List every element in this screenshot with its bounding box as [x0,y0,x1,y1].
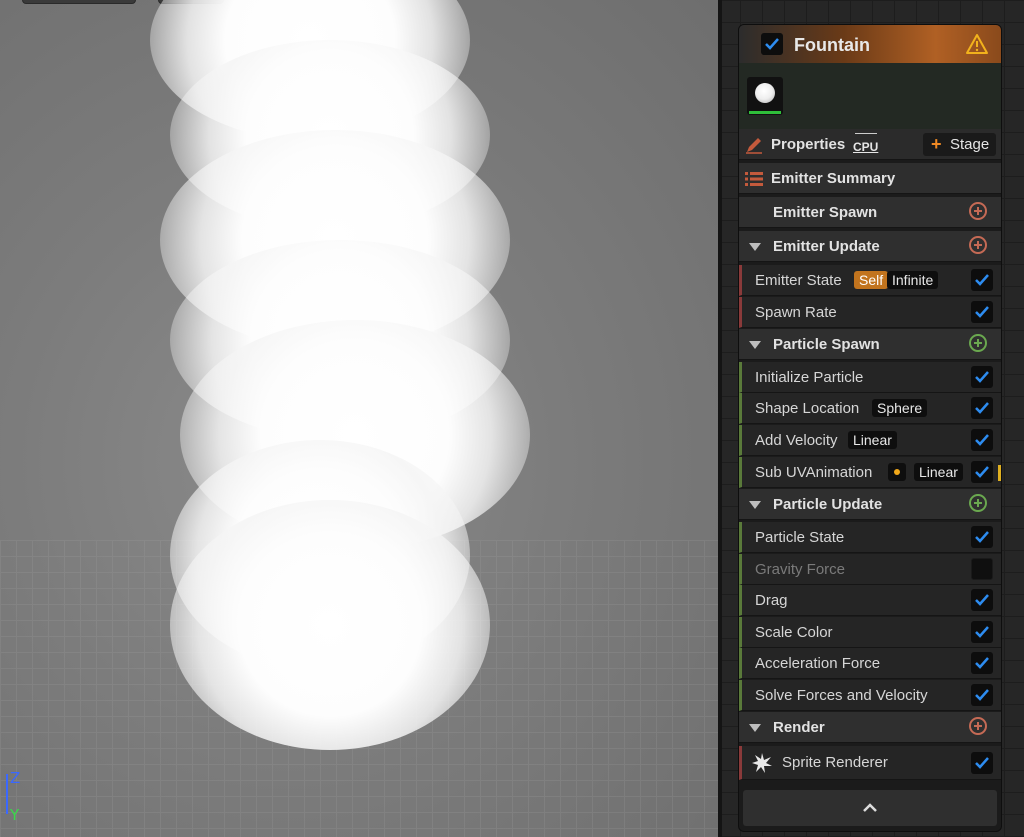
module-tag: Linear [848,431,897,449]
emitter-thumbnail[interactable] [747,77,783,115]
module-label: Sprite Renderer [782,754,888,771]
list-icon [745,172,763,186]
axis-y-label: Y [9,806,20,824]
preview-viewport[interactable]: Z Y [0,0,718,837]
thumbnail-status-bar [749,111,781,114]
module-enable-checkbox[interactable] [971,752,993,774]
cpu-sim-target[interactable]: CPU [853,133,878,154]
module-tag-self: Self [854,271,889,289]
module-enable-checkbox[interactable] [971,397,993,419]
plus-icon: + [931,134,942,154]
module-label: Particle State [755,529,845,546]
pencil-icon [746,138,762,154]
module-initialize-particle[interactable]: Initialize Particle [739,362,1001,393]
module-particle-state[interactable]: Particle State [739,522,1001,553]
section-particle-update[interactable]: Particle Update [739,489,1001,520]
module-enable-checkbox[interactable] [971,684,993,706]
properties-row[interactable]: Properties CPU + Stage [739,129,1001,160]
module-label: Solve Forces and Velocity [755,687,928,704]
section-render[interactable]: Render [739,712,1001,743]
emitter-header[interactable]: Fountain [739,25,1001,63]
axis-gizmo: Z Y [6,769,20,824]
sphere-preview-icon [755,83,775,103]
module-enable-checkbox[interactable] [971,558,993,580]
module-label: Emitter State [755,272,842,289]
viewport-toolbar-button[interactable] [22,0,136,4]
module-enable-checkbox[interactable] [971,589,993,611]
chevron-up-icon [863,803,877,812]
module-tag-infinite: Infinite [887,271,939,289]
emitter-thumbnail-area [739,63,1001,129]
module-label: Scale Color [755,624,833,641]
module-label: Add Velocity [755,432,838,449]
collapse-arrow-icon[interactable] [749,243,761,251]
stage-button-label: Stage [950,136,990,153]
module-add-velocity[interactable]: Add Velocity Linear [739,425,1001,456]
module-tag: Linear [914,463,963,481]
module-label: Initialize Particle [755,369,864,386]
emitter-summary-label: Emitter Summary [771,170,896,187]
module-emitter-state[interactable]: Emitter State Self Infinite [739,265,1001,296]
section-label: Render [773,719,825,736]
module-label: Sub UVAnimation [755,464,873,481]
axis-z-label: Z [10,769,20,787]
module-warning-marker [998,465,1001,481]
module-drag[interactable]: Drag [739,585,1001,616]
module-enable-checkbox[interactable] [971,366,993,388]
module-tag: Sphere [872,399,928,417]
module-enable-checkbox[interactable] [971,652,993,674]
emitter-title: Fountain [794,35,870,55]
add-module-icon[interactable] [969,717,987,735]
emitter-summary-row[interactable]: Emitter Summary [739,163,1001,194]
module-sub-uv-animation[interactable]: Sub UVAnimation Linear [739,457,1001,488]
module-enable-checkbox[interactable] [971,461,993,483]
section-particle-spawn[interactable]: Particle Spawn [739,329,1001,360]
section-label: Emitter Spawn [773,204,878,221]
module-label: Gravity Force [755,561,846,578]
add-module-icon[interactable] [969,494,987,512]
module-label: Shape Location [755,400,860,417]
collapse-arrow-icon[interactable] [749,341,761,349]
module-label: Spawn Rate [755,304,837,321]
collapse-node-button[interactable] [743,790,997,826]
module-scale-color[interactable]: Scale Color [739,617,1001,648]
collapse-arrow-icon[interactable] [749,724,761,732]
add-module-icon[interactable] [969,334,987,352]
sprite-burst-icon [752,753,772,773]
warning-icon[interactable] [965,33,989,55]
section-emitter-update[interactable]: Emitter Update [739,231,1001,262]
collapse-arrow-icon[interactable] [749,501,761,509]
module-spawn-rate[interactable]: Spawn Rate [739,297,1001,328]
module-label: Drag [755,592,788,609]
section-emitter-spawn[interactable]: Emitter Spawn [739,197,1001,228]
module-enable-checkbox[interactable] [971,526,993,548]
module-acceleration-force[interactable]: Acceleration Force [739,648,1001,679]
module-enable-checkbox[interactable] [971,621,993,643]
module-sprite-renderer[interactable]: Sprite Renderer [739,746,1001,780]
properties-label: Properties [771,136,846,153]
module-solve-forces-and-velocity[interactable]: Solve Forces and Velocity [739,680,1001,711]
dynamic-input-icon[interactable] [888,463,906,481]
module-shape-location[interactable]: Shape Location Sphere [739,393,1001,424]
add-stage-button[interactable]: + Stage [923,133,996,156]
emitter-node[interactable]: Fountain Properties CPU + Stage Emitter … [738,24,1002,832]
sim-target-label: CPU [853,140,879,154]
add-module-icon[interactable] [969,236,987,254]
module-enable-checkbox[interactable] [971,269,993,291]
emitter-enable-checkbox[interactable] [761,33,783,55]
add-module-icon[interactable] [969,202,987,220]
module-enable-checkbox[interactable] [971,429,993,451]
module-enable-checkbox[interactable] [971,301,993,323]
module-label: Acceleration Force [755,655,881,672]
sim-target-icon [855,133,877,140]
module-gravity-force[interactable]: Gravity Force [739,554,1001,585]
section-label: Particle Spawn [773,336,880,353]
section-label: Emitter Update [773,238,880,255]
section-label: Particle Update [773,496,883,513]
